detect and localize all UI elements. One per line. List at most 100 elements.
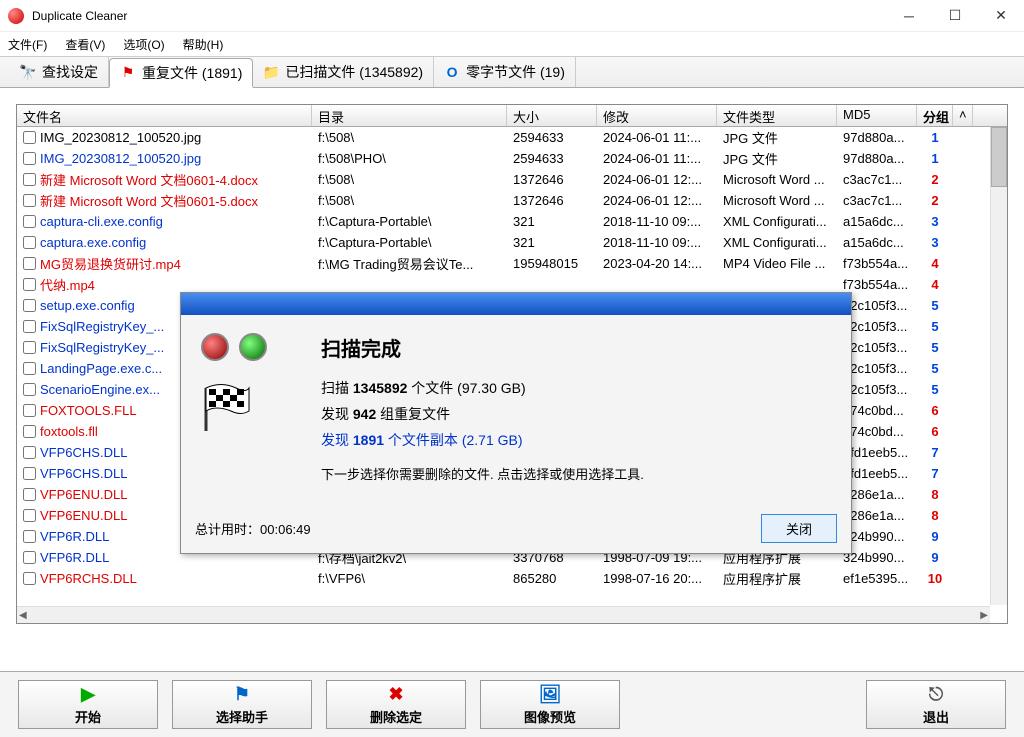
start-button[interactable]: ▶ 开始 — [18, 680, 158, 729]
row-checkbox[interactable] — [23, 215, 36, 228]
cell-filename: VFP6RCHS.DLL — [40, 571, 137, 586]
scrollbar-thumb[interactable] — [991, 127, 1007, 187]
tab-zero-byte-files[interactable]: O 零字节文件 (19) — [434, 57, 576, 87]
row-checkbox[interactable] — [23, 572, 36, 585]
row-checkbox[interactable] — [23, 257, 36, 270]
tab-duplicate-files[interactable]: ⚑ 重复文件 (1891) — [109, 58, 253, 88]
row-checkbox[interactable] — [23, 404, 36, 417]
image-preview-button[interactable]: 🖼 图像预览 — [480, 680, 620, 729]
cell-modified: 2024-06-01 12:... — [597, 171, 717, 188]
tab-label: 零字节文件 (19) — [466, 62, 565, 82]
cell-directory: f:\508\ — [312, 192, 507, 209]
row-checkbox[interactable] — [23, 131, 36, 144]
dialog-close-button[interactable]: 关闭 — [761, 514, 837, 543]
cell-directory: f:\508\PHO\ — [312, 150, 507, 167]
cell-group: 8 — [917, 486, 953, 503]
delete-selected-button[interactable]: ✖ 删除选定 — [326, 680, 466, 729]
cell-filename: FOXTOOLS.FLL — [40, 403, 137, 418]
scan-complete-dialog: 扫描完成 扫描 1345892 个文件 (97.30 GB) 发现 942 组重… — [180, 292, 852, 554]
row-checkbox[interactable] — [23, 530, 36, 543]
dialog-titlebar[interactable] — [181, 293, 851, 315]
cell-filename: captura-cli.exe.config — [40, 214, 163, 229]
selection-assistant-button[interactable]: ⚑ 选择助手 — [172, 680, 312, 729]
table-row[interactable]: 新建 Microsoft Word 文档0601-5.docxf:\508\13… — [17, 190, 1007, 211]
vertical-scrollbar[interactable] — [990, 127, 1007, 605]
tab-scanned-files[interactable]: 📁 已扫描文件 (1345892) — [253, 57, 434, 87]
row-checkbox[interactable] — [23, 278, 36, 291]
row-checkbox[interactable] — [23, 152, 36, 165]
table-row[interactable]: captura-cli.exe.configf:\Captura-Portabl… — [17, 211, 1007, 232]
menu-file[interactable]: 文件(F) — [8, 36, 47, 53]
col-directory[interactable]: 目录 — [312, 105, 507, 126]
horizontal-scrollbar[interactable]: ◀ ▶ — [17, 606, 990, 623]
cell-group: 1 — [917, 150, 953, 167]
scroll-right-icon[interactable]: ▶ — [980, 610, 988, 621]
dialog-line-copies[interactable]: 发现 1891 个文件副本 (2.71 GB) — [321, 430, 831, 450]
table-row[interactable]: 新建 Microsoft Word 文档0601-4.docxf:\508\13… — [17, 169, 1007, 190]
row-checkbox[interactable] — [23, 425, 36, 438]
table-row[interactable]: IMG_20230812_100520.jpgf:\508\2594633202… — [17, 127, 1007, 148]
col-md5[interactable]: MD5 — [837, 105, 917, 126]
row-checkbox[interactable] — [23, 509, 36, 522]
scroll-left-icon[interactable]: ◀ — [19, 610, 27, 621]
col-filename[interactable]: 文件名 — [17, 105, 312, 126]
dialog-heading: 扫描完成 — [321, 333, 831, 362]
table-row[interactable]: VFP6RCHS.DLLf:\VFP6\8652801998-07-16 20:… — [17, 568, 1007, 589]
col-modified[interactable]: 修改 — [597, 105, 717, 126]
cell-group: 9 — [917, 549, 953, 566]
menu-help[interactable]: 帮助(H) — [183, 36, 224, 53]
cell-md5: f73b554a... — [837, 276, 917, 293]
cell-type: XML Configurati... — [717, 234, 837, 251]
cell-group: 5 — [917, 360, 953, 377]
image-icon: 🖼 — [539, 684, 562, 705]
minimize-button[interactable]: ─ — [886, 0, 932, 31]
tab-search-settings[interactable]: 🔭 查找设定 — [10, 57, 109, 87]
row-checkbox[interactable] — [23, 383, 36, 396]
close-button[interactable]: ✕ — [978, 0, 1024, 31]
button-label: 选择助手 — [216, 707, 268, 726]
cell-modified: 2024-06-01 11:... — [597, 150, 717, 167]
table-row[interactable]: captura.exe.configf:\Captura-Portable\32… — [17, 232, 1007, 253]
row-checkbox[interactable] — [23, 446, 36, 459]
dialog-line-scanned: 扫描 1345892 个文件 (97.30 GB) — [321, 378, 831, 398]
cell-md5: 97d880a... — [837, 129, 917, 146]
dialog-hint: 下一步选择你需要删除的文件. 点击选择或使用选择工具. — [321, 464, 831, 483]
row-checkbox[interactable] — [23, 467, 36, 480]
col-group[interactable]: 分组 — [917, 105, 953, 126]
cell-filename: captura.exe.config — [40, 235, 146, 250]
cell-modified: 2024-06-01 12:... — [597, 192, 717, 209]
menu-options[interactable]: 选项(O) — [123, 36, 164, 53]
row-checkbox[interactable] — [23, 236, 36, 249]
cell-size: 2594633 — [507, 150, 597, 167]
row-checkbox[interactable] — [23, 320, 36, 333]
col-type[interactable]: 文件类型 — [717, 105, 837, 126]
cell-type: JPG 文件 — [717, 148, 837, 169]
cell-group: 9 — [917, 528, 953, 545]
menubar: 文件(F) 查看(V) 选项(O) 帮助(H) — [0, 32, 1024, 56]
app-title: Duplicate Cleaner — [32, 9, 886, 23]
cell-type: XML Configurati... — [717, 213, 837, 230]
table-row[interactable]: IMG_20230812_100520.jpgf:\508\PHO\259463… — [17, 148, 1007, 169]
cell-group: 5 — [917, 339, 953, 356]
cell-filename: FixSqlRegistryKey_... — [40, 340, 164, 355]
menu-view[interactable]: 查看(V) — [65, 36, 105, 53]
maximize-button[interactable]: ☐ — [932, 0, 978, 31]
cell-group: 2 — [917, 171, 953, 188]
zero-icon: O — [444, 64, 460, 80]
exit-button[interactable]: ⎋ 退出 — [866, 680, 1006, 729]
row-checkbox[interactable] — [23, 551, 36, 564]
row-checkbox[interactable] — [23, 299, 36, 312]
row-checkbox[interactable] — [23, 362, 36, 375]
cell-group: 3 — [917, 213, 953, 230]
cell-directory: f:\VFP6\ — [312, 570, 507, 587]
row-checkbox[interactable] — [23, 488, 36, 501]
col-size[interactable]: 大小 — [507, 105, 597, 126]
row-checkbox[interactable] — [23, 341, 36, 354]
cell-md5: c3ac7c1... — [837, 171, 917, 188]
cell-size: 1372646 — [507, 171, 597, 188]
cell-filename: VFP6CHS.DLL — [40, 445, 127, 460]
row-checkbox[interactable] — [23, 173, 36, 186]
cell-filename: setup.exe.config — [40, 298, 135, 313]
row-checkbox[interactable] — [23, 194, 36, 207]
table-row[interactable]: MG贸易退换货研讨.mp4f:\MG Trading贸易会议Te...19594… — [17, 253, 1007, 274]
